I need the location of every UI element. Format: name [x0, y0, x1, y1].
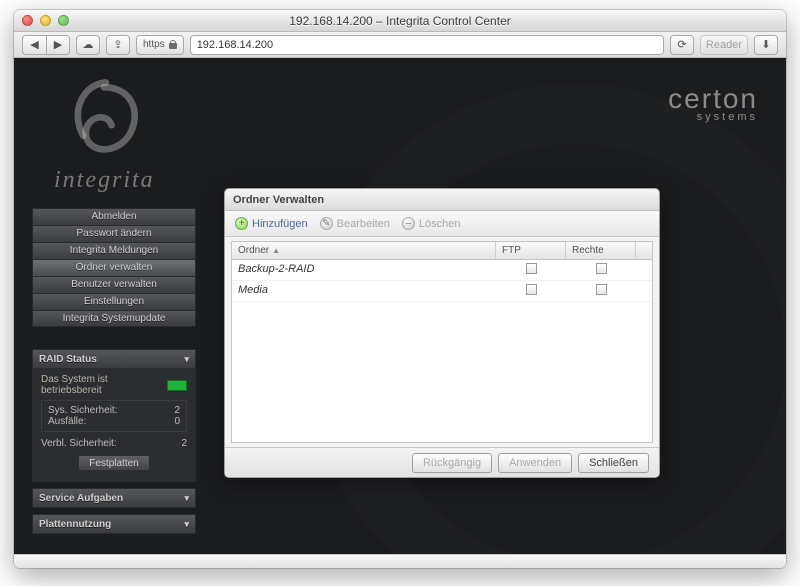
- service-tasks-panel: Service Aufgaben ▾: [32, 488, 196, 508]
- lock-icon: [169, 40, 177, 49]
- downloads-button[interactable]: ⬇: [754, 35, 778, 55]
- chevron-down-icon: ▾: [184, 519, 189, 530]
- window-minimize-button[interactable]: [40, 15, 51, 26]
- folder-name: Backup-2-RAID: [232, 260, 496, 280]
- edit-icon: ✎: [320, 217, 333, 230]
- diskuse-panel-title: Plattennutzung: [39, 519, 111, 530]
- raid-row-key: Sys. Sicherheit:: [48, 405, 117, 416]
- https-label: https: [143, 39, 165, 50]
- raid-panel-title: RAID Status: [39, 354, 97, 365]
- window-titlebar: 192.168.14.200 – Integrita Control Cente…: [14, 10, 786, 32]
- col-spacer: [636, 242, 652, 259]
- chevron-down-icon: ▾: [184, 354, 189, 365]
- sidebar-item-update[interactable]: Integrita Systemupdate: [32, 310, 196, 327]
- grid-header: Ordner▲ FTP Rechte: [232, 242, 652, 260]
- raid-ready-text: Das System ist betriebsbereit: [41, 374, 151, 396]
- sidebar-menu: Abmelden Passwort ändern Integrita Meldu…: [32, 208, 196, 327]
- service-panel-title: Service Aufgaben: [39, 493, 123, 504]
- sidebar-item-logout[interactable]: Abmelden: [32, 208, 196, 225]
- col-folder-header[interactable]: Ordner▲: [232, 242, 496, 259]
- reload-button[interactable]: ⟳: [670, 35, 694, 55]
- dialog-toolbar: + Hinzufügen ✎ Bearbeiten – Löschen: [225, 211, 659, 237]
- sidebar-item-users[interactable]: Benutzer verwalten: [32, 276, 196, 293]
- sort-asc-icon: ▲: [272, 246, 280, 255]
- delete-folder-action[interactable]: – Löschen: [402, 217, 461, 230]
- close-button[interactable]: Schließen: [578, 453, 649, 473]
- disk-usage-panel: Plattennutzung ▾: [32, 514, 196, 534]
- edit-folder-action[interactable]: ✎ Bearbeiten: [320, 217, 390, 230]
- sidebar-item-password[interactable]: Passwort ändern: [32, 225, 196, 242]
- product-name: integrita: [54, 167, 155, 194]
- address-bar[interactable]: 192.168.14.200: [190, 35, 664, 55]
- share-button[interactable]: ⇪: [106, 35, 130, 55]
- table-row[interactable]: Backup-2-RAID: [232, 260, 652, 281]
- rights-checkbox[interactable]: [596, 263, 607, 274]
- add-label: Hinzufügen: [252, 218, 308, 230]
- ftp-checkbox[interactable]: [526, 263, 537, 274]
- horizontal-scrollbar[interactable]: [14, 554, 786, 568]
- sidebar: Abmelden Passwort ändern Integrita Meldu…: [32, 208, 196, 534]
- reader-button[interactable]: Reader: [700, 35, 748, 55]
- window-title: 192.168.14.200 – Integrita Control Cente…: [14, 14, 786, 28]
- dialog-footer: Rückgängig Anwenden Schließen: [225, 447, 659, 477]
- table-row[interactable]: Media: [232, 281, 652, 302]
- product-logo: integrita: [54, 73, 155, 194]
- raid-remain-val: 2: [181, 438, 187, 449]
- url-text: 192.168.14.200: [197, 39, 273, 51]
- folder-manage-dialog: Ordner Verwalten + Hinzufügen ✎ Bearbeit…: [224, 188, 660, 478]
- col-rights-header[interactable]: Rechte: [566, 242, 636, 259]
- folder-name: Media: [232, 281, 496, 301]
- chevron-down-icon: ▾: [184, 493, 189, 504]
- undo-button[interactable]: Rückgängig: [412, 453, 492, 473]
- vendor-subtitle: systems: [668, 111, 758, 123]
- dialog-title: Ordner Verwalten: [225, 189, 659, 211]
- ftp-checkbox[interactable]: [526, 284, 537, 295]
- raid-status-led: [167, 380, 187, 391]
- add-folder-action[interactable]: + Hinzufügen: [235, 217, 308, 230]
- icloud-tabs-button[interactable]: ☁: [76, 35, 100, 55]
- browser-window: 192.168.14.200 – Integrita Control Cente…: [14, 10, 786, 568]
- service-panel-header[interactable]: Service Aufgaben ▾: [33, 489, 195, 507]
- window-close-button[interactable]: [22, 15, 33, 26]
- raid-panel-header[interactable]: RAID Status ▾: [33, 350, 195, 368]
- disks-button[interactable]: Festplatten: [78, 455, 150, 471]
- raid-remain-key: Verbl. Sicherheit:: [41, 438, 117, 449]
- raid-status-panel: RAID Status ▾ Das System ist betriebsber…: [32, 349, 196, 482]
- delete-icon: –: [402, 217, 415, 230]
- sidebar-item-folders[interactable]: Ordner verwalten: [32, 259, 196, 276]
- page-content: integrita certon systems Abmelden Passwo…: [14, 58, 786, 554]
- edit-label: Bearbeiten: [337, 218, 390, 230]
- window-zoom-button[interactable]: [58, 15, 69, 26]
- raid-row-key: Ausfälle:: [48, 416, 86, 427]
- forward-button[interactable]: ▶: [46, 35, 70, 55]
- sidebar-item-settings[interactable]: Einstellungen: [32, 293, 196, 310]
- diskuse-panel-header[interactable]: Plattennutzung ▾: [33, 515, 195, 533]
- delete-label: Löschen: [419, 218, 461, 230]
- add-icon: +: [235, 217, 248, 230]
- logo-icon: [54, 73, 154, 168]
- col-ftp-header[interactable]: FTP: [496, 242, 566, 259]
- rights-checkbox[interactable]: [596, 284, 607, 295]
- raid-row-val: 2: [174, 405, 180, 416]
- browser-toolbar: ◀ ▶ ☁ ⇪ https 192.168.14.200 ⟳ Reader ⬇: [14, 32, 786, 58]
- back-button[interactable]: ◀: [22, 35, 46, 55]
- folder-grid: Ordner▲ FTP Rechte Backup-2-RAID Media: [231, 241, 653, 443]
- vendor-brand: certon systems: [668, 86, 758, 123]
- vendor-name: certon: [668, 86, 758, 111]
- sidebar-item-messages[interactable]: Integrita Meldungen: [32, 242, 196, 259]
- raid-row-val: 0: [174, 416, 180, 427]
- https-badge: https: [136, 35, 184, 55]
- apply-button[interactable]: Anwenden: [498, 453, 572, 473]
